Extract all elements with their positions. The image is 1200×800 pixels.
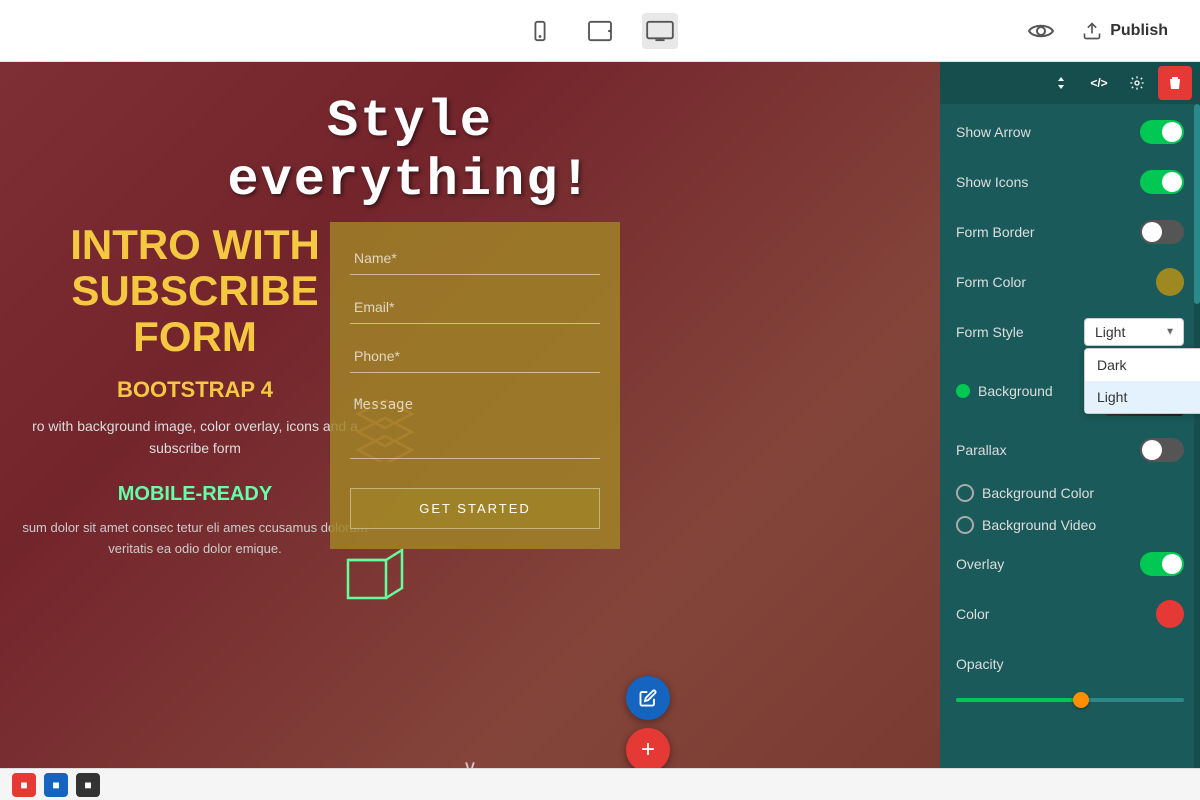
show-icons-row: Show Icons	[956, 166, 1184, 198]
main-area: Style everything! INTRO WITH SUBSCRIBE F…	[0, 62, 1200, 800]
edit-float-button[interactable]	[626, 676, 670, 720]
panel-content: Show Arrow Show Icons Form Border	[940, 104, 1200, 800]
top-bar-right: Publish	[1028, 13, 1180, 49]
form-style-dropdown-btn[interactable]: Light	[1084, 318, 1184, 346]
top-bar: Publish	[0, 0, 1200, 62]
gear-tool-button[interactable]	[1120, 66, 1154, 100]
delete-tool-button[interactable]	[1158, 66, 1192, 100]
message-input[interactable]	[350, 389, 600, 459]
intro-title: INTRO WITH SUBSCRIBE FORM	[10, 222, 380, 361]
mobile-ready-label: MOBILE-READY	[10, 483, 380, 506]
publish-button[interactable]: Publish	[1070, 13, 1180, 49]
code-tool-button[interactable]: </>	[1082, 66, 1116, 100]
subscribe-form: GET STARTED	[330, 222, 620, 549]
show-arrow-label: Show Arrow	[956, 124, 1140, 140]
mobile-desc: sum dolor sit amet consec tetur eli ames…	[10, 518, 380, 560]
color-row: Color	[956, 598, 1184, 630]
side-panel: </> Show Arrow	[940, 62, 1200, 800]
form-border-row: Form Border	[956, 216, 1184, 248]
publish-label: Publish	[1110, 22, 1168, 40]
opacity-label: Opacity	[956, 656, 1184, 672]
form-color-row: Form Color	[956, 266, 1184, 298]
parallax-row: Parallax	[956, 434, 1184, 466]
dropdown-option-dark[interactable]: Dark	[1085, 349, 1200, 381]
name-input[interactable]	[350, 242, 600, 275]
email-input[interactable]	[350, 291, 600, 324]
bg-video-row: Background Video	[956, 516, 1184, 534]
opacity-row: Opacity	[956, 648, 1184, 680]
parallax-toggle[interactable]	[1140, 438, 1184, 462]
add-float-button[interactable]: +	[626, 728, 670, 772]
form-style-label: Form Style	[956, 324, 1084, 340]
bg-color-label: Background Color	[982, 485, 1094, 501]
show-icons-toggle[interactable]	[1140, 170, 1184, 194]
canvas-headline: Style everything!	[200, 92, 620, 210]
canvas-left-content: INTRO WITH SUBSCRIBE FORM BOOTSTRAP 4 ro…	[10, 222, 380, 560]
overlay-label: Overlay	[956, 556, 1140, 572]
bottom-icon-1[interactable]: ■	[12, 773, 36, 797]
sort-tool-button[interactable]	[1044, 66, 1078, 100]
bg-video-label: Background Video	[982, 517, 1096, 533]
bg-color-radio[interactable]	[956, 484, 974, 502]
form-style-row: Form Style Light Dark Light	[956, 316, 1184, 348]
form-style-dropdown-menu: Dark Light	[1084, 348, 1200, 414]
dropdown-option-light[interactable]: Light	[1085, 381, 1200, 413]
overlay-row: Overlay	[956, 548, 1184, 580]
show-icons-label: Show Icons	[956, 174, 1140, 190]
panel-scrollbar-thumb[interactable]	[1194, 104, 1200, 304]
description: ro with background image, color overlay,…	[10, 415, 380, 460]
bottom-icon-2[interactable]: ■	[44, 773, 68, 797]
phone-input[interactable]	[350, 340, 600, 373]
preview-button[interactable]	[1028, 22, 1054, 40]
bg-video-radio[interactable]	[956, 516, 974, 534]
opacity-slider[interactable]	[956, 698, 1184, 702]
bottom-icon-3[interactable]: ■	[76, 773, 100, 797]
slider-track[interactable]	[956, 698, 1184, 702]
tablet-view-button[interactable]	[582, 13, 618, 49]
form-border-toggle[interactable]	[1140, 220, 1184, 244]
get-started-button[interactable]: GET STARTED	[350, 488, 600, 529]
bg-color-row: Background Color	[956, 484, 1184, 502]
form-color-swatch[interactable]	[1156, 268, 1184, 296]
panel-toolbar: </>	[940, 62, 1200, 104]
device-switcher	[522, 13, 678, 49]
panel-scrollbar[interactable]	[1194, 104, 1200, 800]
show-arrow-row: Show Arrow	[956, 116, 1184, 148]
parallax-label: Parallax	[956, 442, 1140, 458]
bootstrap-label: BOOTSTRAP 4	[10, 377, 380, 403]
color-label: Color	[956, 606, 1156, 622]
show-arrow-toggle[interactable]	[1140, 120, 1184, 144]
mobile-view-button[interactable]	[522, 13, 558, 49]
background-toggle[interactable]	[956, 384, 970, 398]
slider-fill	[956, 698, 1081, 702]
form-border-label: Form Border	[956, 224, 1140, 240]
form-color-label: Form Color	[956, 274, 1156, 290]
form-style-dropdown[interactable]: Light Dark Light	[1084, 318, 1184, 346]
overlay-toggle[interactable]	[1140, 552, 1184, 576]
desktop-view-button[interactable]	[642, 13, 678, 49]
canvas: Style everything! INTRO WITH SUBSCRIBE F…	[0, 62, 940, 800]
box-icon	[340, 542, 410, 612]
slider-thumb[interactable]	[1073, 692, 1089, 708]
bottom-bar: ■ ■ ■	[0, 768, 1200, 800]
color-swatch[interactable]	[1156, 600, 1184, 628]
